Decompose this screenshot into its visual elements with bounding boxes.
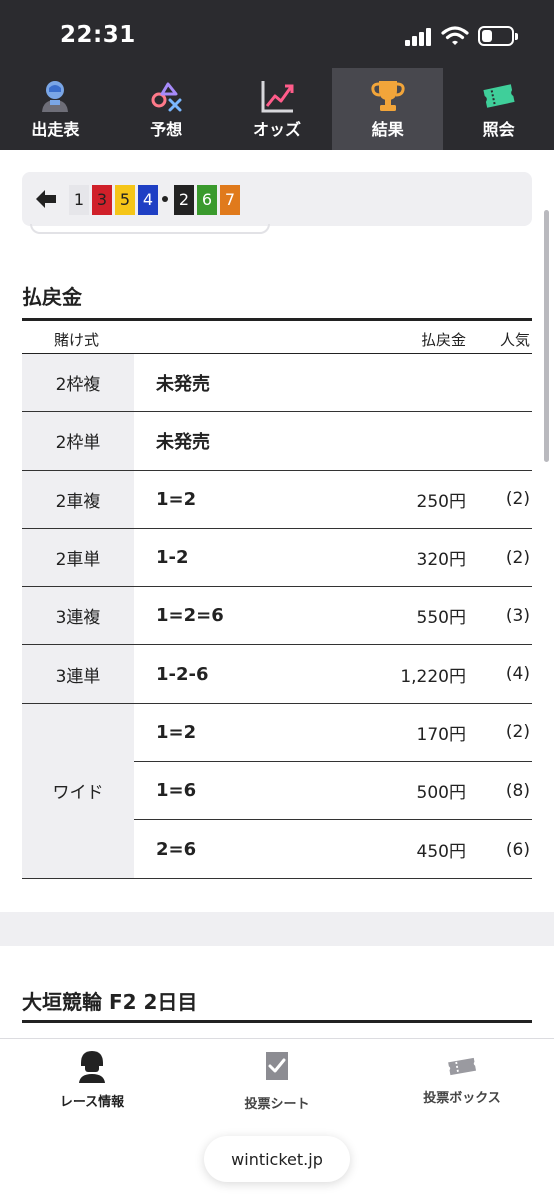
tab-label: 結果 [371,120,404,139]
payout-amount: 450円 [416,842,466,863]
venue-title-rule [22,1020,532,1023]
payout-amount: 550円 [416,608,466,629]
lineup-number-4: 4 [138,185,158,215]
bet-type: 3連単 [22,645,134,703]
nav-label: レース情報 [59,1095,125,1110]
status-bar: 22:31 [0,0,554,68]
top-tab-bar: 出走表 予想 オッズ 結果 照会 [0,68,554,150]
wifi-icon [441,26,469,45]
payout-row: 3連複 1=2=6 550円 (3) [22,587,532,646]
lineup-number-6: 6 [197,185,217,215]
popularity: (4) [505,664,530,685]
payout-row: 3連単 1-2-6 1,220円 (4) [22,645,532,704]
bet-type: 2枠複 [22,354,134,412]
chart-icon [261,81,294,113]
tab-inquiry[interactable]: 照会 [443,68,554,150]
combination: 1=6 [156,780,197,802]
popularity: (3) [505,605,530,626]
nav-label: 投票シート [244,1097,310,1112]
payout-amount: 320円 [416,550,466,571]
check-sheet-icon [266,1052,288,1080]
url-bar[interactable]: winticket.jp [204,1136,350,1182]
helmet-icon [79,1051,105,1083]
lineup-number-3: 3 [92,185,112,215]
popularity: (2) [505,722,530,743]
lineup-separator-dot [162,196,168,202]
player-icon [42,81,69,112]
popularity: (2) [505,489,530,510]
venue-title: 大垣競輪 F2 2日目 [22,990,198,1014]
payout-row: 2車単 1-2 320円 (2) [22,528,532,588]
lineup-number-7: 7 [220,185,240,215]
combination: 1-2 [156,547,189,569]
combination: 2=6 [156,839,197,861]
payout-amount: 500円 [416,783,466,804]
nav-label: 投票ボックス [423,1091,501,1106]
nav-betting-box[interactable]: 投票ボックス [370,1039,554,1129]
wide-payout-group: ワイド 1=2 170円 (2) 1=6 500円 (8) 2=6 450円 (… [22,703,532,879]
tickets-box-icon [448,1057,477,1076]
tab-odds[interactable]: オッズ [222,68,333,150]
section-divider [0,912,554,946]
back-arrow-icon[interactable] [34,187,58,211]
nav-race-info[interactable]: レース情報 [0,1039,184,1129]
bet-type: ワイド [22,703,134,878]
tab-entries[interactable]: 出走表 [0,68,111,150]
popularity: (8) [505,780,530,801]
combination: 未発売 [156,431,210,453]
header-amount: 払戻金 [420,331,466,349]
lineup-number-1: 1 [69,185,89,215]
shapes-icon [151,82,182,112]
header-bet-type: 賭け式 [54,331,100,349]
wide-payout-row: 1=6 500円 (8) [134,762,532,821]
battery-icon [478,26,518,46]
payout-row: 2車複 1=2 250円 (2) [22,470,532,529]
bet-type: 3連複 [22,587,134,645]
popularity: (6) [505,839,530,860]
lineup-number-2: 2 [174,185,194,215]
payout-title: 払戻金 [22,285,82,309]
nav-betting-sheet[interactable]: 投票シート [185,1039,369,1129]
trophy-icon [371,81,405,111]
payout-table: 賭け式 払戻金 人気 2枠複 未発売 2枠単 未発売 2車複 1=2 250円 … [22,318,532,879]
bet-type: 2車単 [22,528,134,587]
tab-prediction[interactable]: 予想 [111,68,222,150]
tab-label: オッズ [252,120,301,139]
header-popularity: 人気 [499,331,530,349]
combination: 1=2 [156,488,197,510]
tab-label: 照会 [482,120,515,139]
tab-label: 出走表 [31,120,80,139]
wide-payout-row: 1=2 170円 (2) [134,704,532,763]
bet-type: 2車複 [22,470,134,528]
bet-type: 2枠単 [22,412,134,470]
scrollbar[interactable] [544,210,549,462]
status-time: 22:31 [60,22,136,48]
payout-table-header: 賭け式 払戻金 人気 [22,321,532,354]
cellular-signal-icon [405,28,433,46]
collapsed-panel-edge [30,224,270,234]
race-lineup-bar: 1354267 [22,172,532,226]
combination: 1=2 [156,721,197,743]
combination: 1=2=6 [156,605,224,627]
ticket-icon [483,84,515,108]
payout-row: 2枠単 未発売 [22,412,532,471]
payout-row: 2枠複 未発売 [22,354,532,413]
wide-payout-row: 2=6 450円 (6) [134,820,532,878]
tab-results[interactable]: 結果 [332,68,444,150]
combination: 1-2-6 [156,663,209,685]
tab-label: 予想 [150,120,183,139]
payout-amount: 1,220円 [400,666,466,687]
lineup-number-5: 5 [115,185,135,215]
combination: 未発売 [156,373,210,395]
popularity: (2) [505,547,530,568]
payout-amount: 170円 [416,724,466,745]
payout-amount: 250円 [416,491,466,512]
